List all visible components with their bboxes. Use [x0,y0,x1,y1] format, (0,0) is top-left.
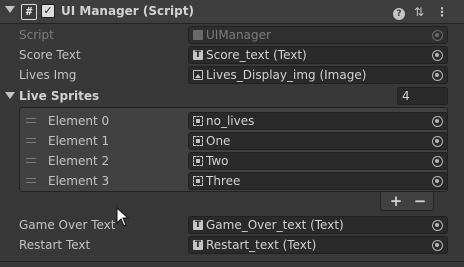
list-element: Element 1 One [20,131,448,151]
element-label: Element 0 [48,114,110,128]
restart-text-value: Restart_text (Text) [206,238,317,252]
live-sprites-label: Live Sprites [19,89,100,103]
score-text-field[interactable]: T Score_text (Text) [188,46,448,64]
lives-img-row: Lives Img Lives_Display_img (Image) [0,65,464,85]
element-value: Three [206,174,241,188]
element-sprite-field[interactable]: no_lives [188,112,448,130]
score-text-value: Score_text (Text) [206,48,307,62]
score-text-row: Score Text T Score_text (Text) [0,45,464,65]
live-sprites-header[interactable]: Live Sprites 4 [0,86,464,106]
element-label: Element 1 [48,134,110,148]
element-sprite-field[interactable]: Two [188,152,448,170]
list-element: Element 2 Two [20,151,448,171]
element-value: no_lives [206,114,255,128]
object-picker-icon[interactable] [432,156,443,167]
presets-icon[interactable]: ⇅ [411,4,427,20]
object-picker-icon[interactable] [432,136,443,147]
object-picker-icon[interactable] [432,70,443,81]
game-over-text-value: Game_Over_text (Text) [206,218,344,232]
more-options-icon[interactable]: ⋮ [434,4,450,20]
restart-text-label: Restart Text [19,238,91,252]
list-foldout-arrow-icon[interactable] [5,92,15,99]
restart-text-field[interactable]: T Restart_text (Text) [188,236,448,254]
list-size-field[interactable]: 4 [397,87,448,105]
script-asset-icon [193,30,203,40]
drag-handle-icon[interactable] [26,138,36,143]
sprite-icon [193,176,203,186]
restart-text-row: Restart Text T Restart_text (Text) [0,235,464,255]
lives-img-value: Lives_Display_img (Image) [206,68,367,82]
image-component-icon [193,70,203,80]
script-field: UIManager [188,26,448,44]
component-title: UI Manager (Script) [61,4,194,18]
drag-handle-icon[interactable] [26,158,36,163]
drag-handle-icon[interactable] [26,178,36,183]
element-value: One [206,134,231,148]
text-component-icon: T [193,220,203,230]
element-sprite-field[interactable]: One [188,132,448,150]
object-picker-icon[interactable] [432,50,443,61]
lives-img-label: Lives Img [19,68,77,82]
component-header[interactable]: # ✓ UI Manager (Script) ? ⇅ ⋮ [0,0,464,24]
game-over-text-field[interactable]: T Game_Over_text (Text) [188,216,448,234]
object-picker-icon[interactable] [432,240,443,251]
component-separator [0,261,464,262]
component-enabled-checkbox[interactable]: ✓ [41,4,55,18]
element-sprite-field[interactable]: Three [188,172,448,190]
list-element: Element 0 no_lives [20,111,448,131]
sprite-icon [193,136,203,146]
list-footer: + − [380,192,434,211]
lives-img-field[interactable]: Lives_Display_img (Image) [188,66,448,84]
script-value: UIManager [206,28,271,42]
script-row: Script UIManager [0,25,464,45]
score-text-label: Score Text [19,48,81,62]
game-over-text-row: Game Over Text T Game_Over_text (Text) [0,215,464,235]
text-component-icon: T [193,50,203,60]
help-icon[interactable]: ? [391,4,407,20]
script-label: Script [19,28,54,42]
sprite-icon [193,116,203,126]
game-over-text-label: Game Over Text [19,218,116,232]
script-icon: # [21,4,37,20]
remove-element-button[interactable]: − [408,192,432,210]
element-label: Element 2 [48,154,110,168]
object-picker-icon[interactable] [432,176,443,187]
object-picker-icon[interactable] [432,220,443,231]
foldout-arrow-icon[interactable] [5,6,15,13]
sprite-icon [193,156,203,166]
object-picker-icon[interactable] [432,116,443,127]
text-component-icon: T [193,240,203,250]
list-element: Element 3 Three [20,171,448,191]
live-sprites-list: Element 0 no_lives Element 1 One Element… [19,107,448,192]
object-picker-icon [432,30,443,41]
drag-handle-icon[interactable] [26,118,36,123]
element-value: Two [206,154,229,168]
add-element-button[interactable]: + [384,192,408,210]
element-label: Element 3 [48,174,110,188]
